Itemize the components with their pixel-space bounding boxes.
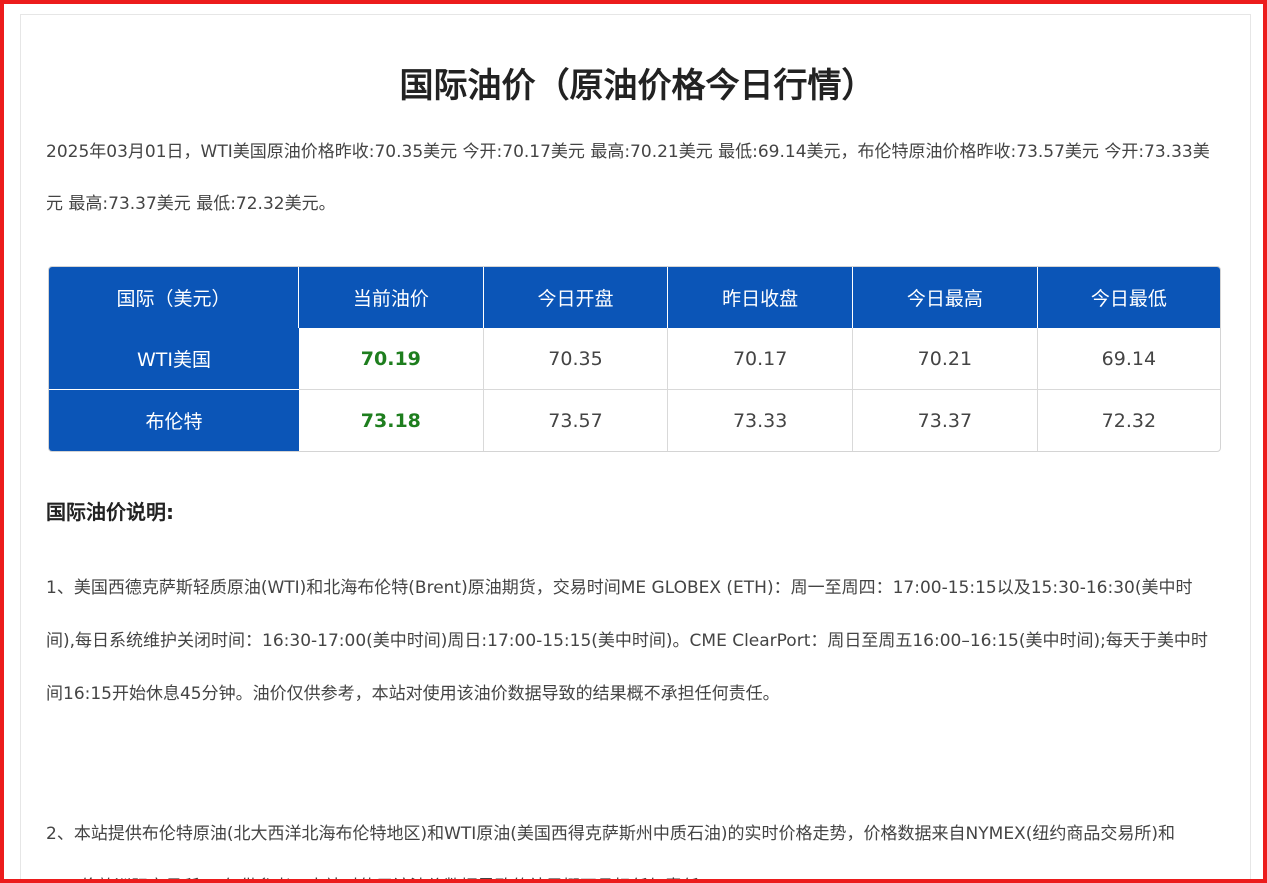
table-header-row: 国际（美元） 当前油价 今日开盘 昨日收盘 今日最高 今日最低	[49, 267, 1220, 328]
screenshot-frame: 国际油价（原油价格今日行情） 2025年03月01日，WTI美国原油价格昨收:7…	[0, 0, 1267, 883]
wti-prev-close-price: 70.17	[668, 328, 854, 390]
column-header-open: 今日开盘	[483, 267, 669, 328]
table-row-wti: WTI美国 70.19 70.35 70.17 70.21 69.14	[49, 328, 1220, 390]
brent-current-price: 73.18	[299, 390, 484, 451]
brent-open-price: 73.57	[484, 390, 669, 451]
wti-high-price: 70.21	[853, 328, 1038, 390]
price-summary: 2025年03月01日，WTI美国原油价格昨收:70.35美元 今开:70.17…	[46, 142, 1210, 214]
wti-open-price: 70.35	[483, 328, 669, 390]
brent-prev-close-price: 73.33	[668, 390, 854, 451]
column-header-high: 今日最高	[853, 267, 1038, 328]
brent-low-price: 72.32	[1101, 409, 1157, 432]
page-title: 国际油价（原油价格今日行情）	[399, 66, 876, 106]
wti-low-price: 69.14	[1037, 328, 1220, 390]
column-header-region: 国际（美元）	[49, 267, 299, 328]
row-label-brent: 布伦特	[49, 390, 299, 451]
oil-price-table: 国际（美元） 当前油价 今日开盘 昨日收盘 今日最高 今日最低 WTI美国 70…	[48, 266, 1221, 452]
notes-section-title: 国际油价说明:	[46, 500, 174, 524]
column-header-low: 今日最低	[1037, 267, 1220, 328]
row-label-wti: WTI美国	[49, 328, 299, 390]
note-item-trading-hours: 1、美国西德克萨斯轻质原油(WTI)和北海布伦特(Brent)原油期货，交易时间…	[46, 578, 1208, 704]
brent-high-price: 73.37	[853, 390, 1038, 451]
wti-current-price: 70.19	[299, 328, 484, 390]
column-header-current: 当前油价	[299, 267, 484, 328]
column-header-prev-close: 昨日收盘	[668, 267, 854, 328]
table-row-brent: 布伦特 73.18 73.57 73.33 73.37 72.32	[49, 390, 1220, 451]
note-item-data-source: 2、本站提供布伦特原油(北大西洋北海布伦特地区)和WTI原油(美国西得克萨斯州中…	[46, 824, 1175, 879]
